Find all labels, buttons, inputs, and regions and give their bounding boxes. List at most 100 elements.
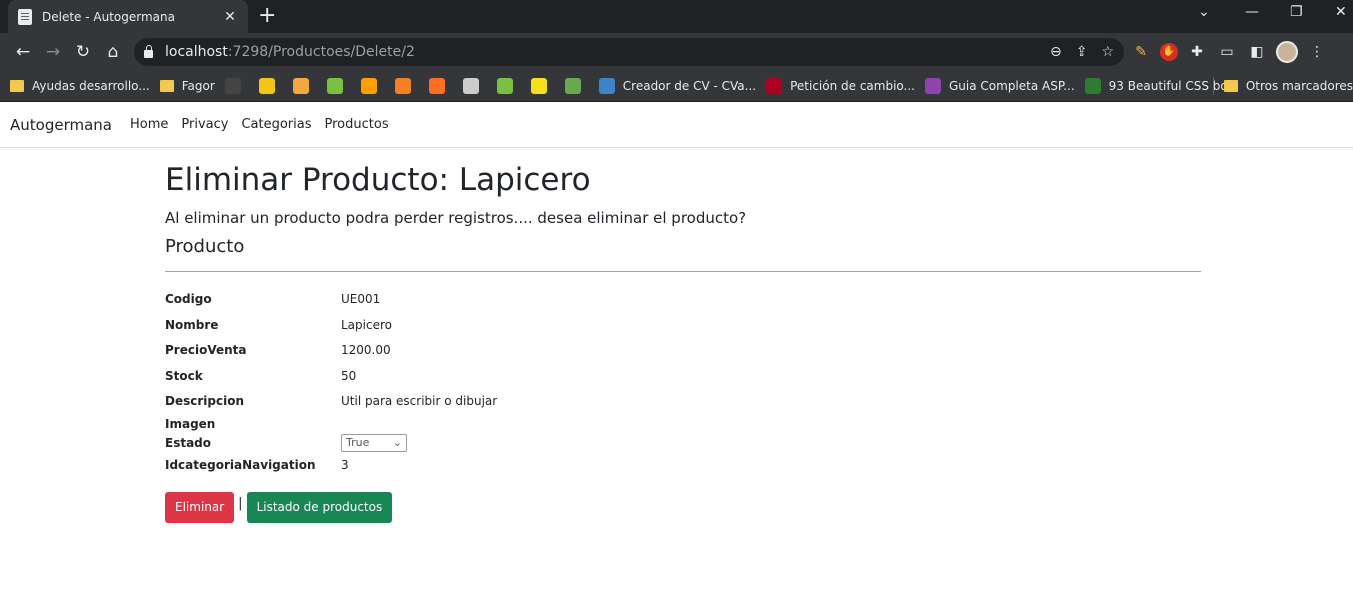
reload-icon[interactable]: ↻ [68, 37, 98, 67]
bookmark-label: Guia Completa ASP... [949, 78, 1075, 93]
detail-value: Lapicero [341, 317, 392, 332]
menu-dots-icon[interactable]: ⋮ [1306, 41, 1328, 63]
cast-icon[interactable]: ▭ [1216, 41, 1238, 63]
bookmark-item[interactable]: Ayudas desarrollo... [10, 79, 150, 93]
bookmark-item[interactable]: Guia Completa ASP... [925, 77, 1075, 94]
profile-avatar[interactable] [1276, 40, 1298, 63]
bookmark-item[interactable] [428, 77, 453, 94]
tab-title: Delete - Autogermana [42, 9, 175, 24]
other-bookmarks[interactable]: Otros marcadores [1203, 70, 1353, 101]
side-panel-icon[interactable]: ◧ [1246, 41, 1268, 63]
cv-icon [598, 77, 615, 94]
bookmark-item[interactable]: Petición de cambio... [766, 77, 915, 94]
page-favicon-icon [18, 8, 32, 25]
bookmarks-separator [1212, 76, 1214, 95]
detail-row-stock: Stock 50 [165, 363, 1201, 389]
bookmark-item[interactable] [360, 77, 385, 94]
tab-search-chevron-icon[interactable]: ⌄ [1198, 4, 1210, 20]
address-bar[interactable]: localhost:7298/Productoes/Delete/2 ⊖ ⇪ ☆ [134, 37, 1124, 66]
restore-icon[interactable]: ❐ [1290, 4, 1303, 20]
share-icon[interactable]: ⇪ [1076, 44, 1088, 60]
detail-value: 3 [341, 457, 349, 472]
detail-row-nombre: Nombre Lapicero [165, 312, 1201, 338]
estado-selected-value: True [346, 436, 370, 450]
nav-link-productos[interactable]: Productos [325, 117, 389, 132]
bookmark-label: Ayudas desarrollo... [32, 78, 150, 93]
detail-label: Estado [165, 435, 212, 450]
other-bookmarks-label: Otros marcadores [1245, 78, 1353, 93]
navbar-brand[interactable]: Autogermana [10, 116, 112, 134]
detail-row-idcategoria: IdcategoriaNavigation 3 [165, 452, 1201, 478]
bookmark-label: Petición de cambio... [790, 78, 915, 93]
folder-icon [1223, 79, 1238, 92]
bookmark-item[interactable] [530, 77, 555, 94]
pencil-extension-icon[interactable]: ✎ [1130, 41, 1152, 63]
bookmark-item[interactable]: Fagor [159, 78, 215, 93]
bookmark-item[interactable] [394, 77, 419, 94]
forward-icon[interactable]: → [38, 37, 68, 67]
detail-row-estado: Estado True ⌄ [165, 433, 1201, 452]
bookmark-label: Fagor [181, 78, 215, 93]
arc-icon [766, 77, 783, 94]
detail-label: IdcategoriaNavigation [165, 457, 316, 472]
detail-label: Descripcion [165, 394, 244, 409]
detail-row-imagen: Imagen [165, 414, 1201, 433]
nav-link-categorias[interactable]: Categorias [241, 117, 311, 132]
main-content: Eliminar Producto: Lapicero Al eliminar … [165, 162, 1201, 523]
page-title: Eliminar Producto: Lapicero [165, 162, 591, 198]
home-icon[interactable]: ⌂ [98, 37, 128, 67]
adblock-extension-icon[interactable]: ✋ [1160, 42, 1178, 61]
globe-icon [564, 77, 581, 94]
bookmark-item[interactable] [326, 77, 351, 94]
bookmark-item[interactable] [462, 77, 487, 94]
section-heading: Producto [165, 236, 245, 258]
detail-value-wrapper: True ⌄ [341, 433, 1201, 452]
search-icon [462, 77, 479, 94]
back-icon[interactable]: ← [8, 37, 38, 67]
bookmark-item[interactable] [564, 77, 589, 94]
bookmark-item[interactable] [258, 77, 283, 94]
bookmark-item[interactable] [224, 77, 249, 94]
product-list-button[interactable]: Listado de productos [246, 491, 393, 523]
divider [165, 271, 1201, 273]
detail-label: Imagen [165, 416, 216, 431]
bookmark-label: Creador de CV - CVa... [622, 78, 757, 93]
form-actions: Eliminar | Listado de productos [165, 491, 1201, 523]
bookmark-item[interactable] [292, 77, 317, 94]
product-details: Codigo UE001 Nombre Lapicero PrecioVenta… [165, 286, 1201, 478]
emoji-icon [292, 77, 309, 94]
zoom-icon[interactable]: ⊖ [1050, 44, 1062, 60]
browser-toolbar: ← → ↻ ⌂ localhost:7298/Productoes/Delete… [0, 33, 1353, 70]
url-host: localhost [165, 43, 228, 60]
chevron-down-icon: ⌄ [392, 436, 402, 450]
delete-button[interactable]: Eliminar [165, 491, 235, 523]
bookmarks-bar: Ayudas desarrollo... Fagor Creador de CV -… [0, 70, 1353, 102]
extensions-puzzle-icon[interactable]: ✚ [1186, 41, 1208, 63]
site-navbar: Autogermana Home Privacy Categorias Prod… [0, 102, 1353, 148]
bookmark-item[interactable]: Creador de CV - CVa... [598, 77, 757, 94]
firebase-icon [360, 77, 377, 94]
estado-select[interactable]: True ⌄ [341, 433, 407, 452]
folder-icon [159, 79, 174, 92]
detail-row-descripcion: Descripcion Util para escribir o dibujar [165, 389, 1201, 415]
diamond-icon [496, 77, 513, 94]
detail-label: Nombre [165, 317, 219, 332]
detail-label: Stock [165, 368, 203, 383]
u-icon [925, 77, 941, 94]
window-close-icon[interactable]: ✕ [1335, 4, 1347, 20]
delete-warning: Al eliminar un producto podra perder reg… [165, 209, 747, 228]
button-separator: | [238, 495, 243, 511]
bookmark-star-icon[interactable]: ☆ [1101, 44, 1114, 60]
nav-link-privacy[interactable]: Privacy [181, 117, 228, 132]
lock-icon[interactable] [144, 44, 153, 58]
detail-value: 50 [341, 368, 357, 383]
gitlab-icon [428, 77, 445, 94]
nav-link-home[interactable]: Home [130, 117, 168, 132]
browser-tab[interactable]: Delete - Autogermana ✕ [8, 0, 248, 33]
m-icon [258, 77, 275, 94]
minimize-icon[interactable]: — [1245, 4, 1259, 20]
new-tab-icon[interactable]: + [258, 4, 276, 28]
detail-row-precioventa: PrecioVenta 1200.00 [165, 337, 1201, 363]
close-tab-icon[interactable]: ✕ [222, 9, 238, 25]
bookmark-item[interactable] [496, 77, 521, 94]
